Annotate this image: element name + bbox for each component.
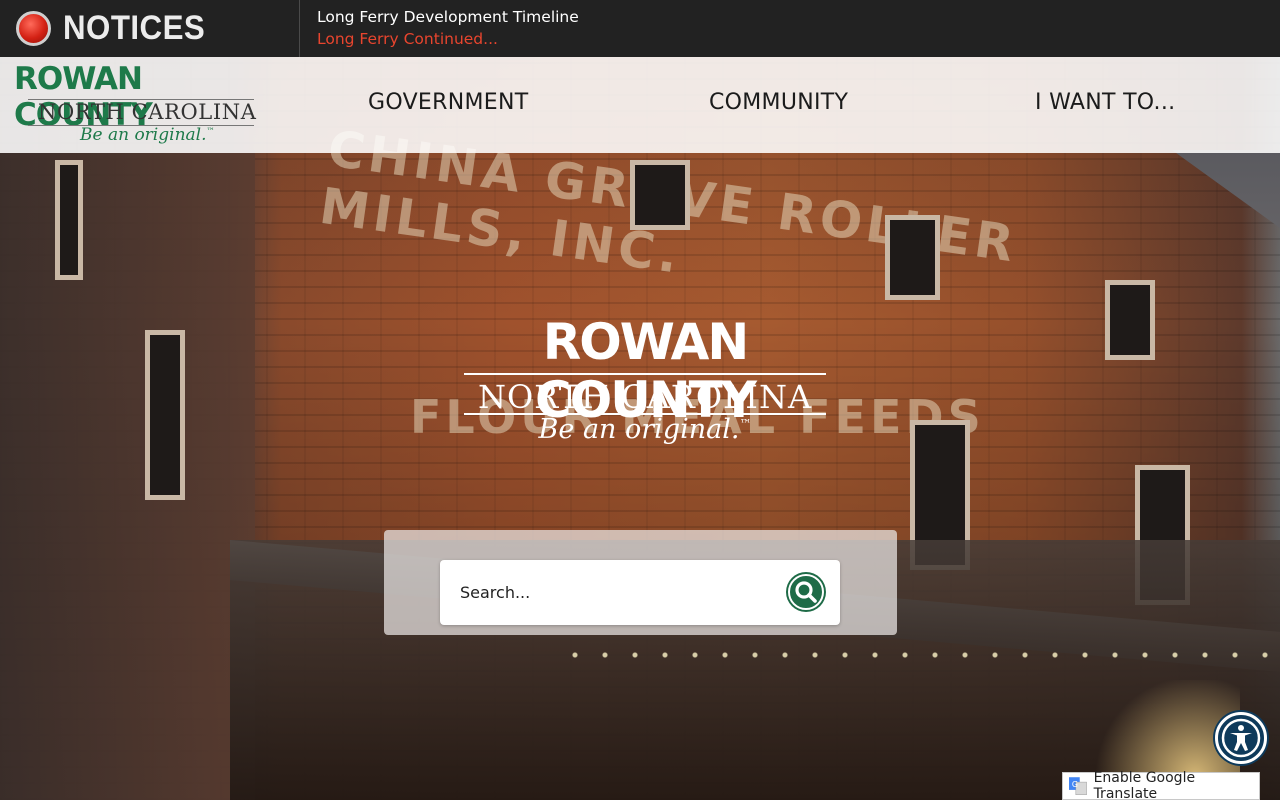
main-nav: GOVERNMENT COMMUNITY I WANT TO...: [0, 57, 1280, 153]
search-box: [440, 560, 840, 625]
building-window: [55, 160, 83, 280]
search-icon: [788, 574, 824, 610]
notices-bar: NOTICES Long Ferry Development Timeline …: [0, 0, 1280, 57]
building-window: [885, 215, 940, 300]
hero-logo-tagline: Be an original.™: [538, 414, 752, 445]
left-building-wall: [0, 150, 255, 800]
search-panel: [384, 530, 897, 635]
notices-list: Long Ferry Development Timeline Long Fer…: [300, 0, 579, 57]
building-window: [145, 330, 185, 500]
notice-link[interactable]: Long Ferry Development Timeline: [317, 6, 579, 28]
google-translate-icon: G: [1069, 777, 1087, 795]
building-window: [630, 160, 690, 230]
google-translate-button[interactable]: G Enable Google Translate: [1062, 770, 1260, 800]
hero-logo-subtitle: NORTH CAROLINA: [477, 378, 813, 416]
notice-link[interactable]: Long Ferry Continued...: [317, 28, 579, 50]
alert-dot-icon: [16, 11, 51, 46]
building-window: [1105, 280, 1155, 360]
nav-community[interactable]: COMMUNITY: [709, 90, 848, 115]
nav-i-want-to[interactable]: I WANT TO...: [1035, 90, 1175, 115]
accessibility-button[interactable]: [1215, 712, 1267, 764]
translate-label: Enable Google Translate: [1093, 770, 1196, 800]
notices-label: NOTICES: [63, 9, 206, 47]
site-header: ROWAN COUNTY NORTH CAROLINA Be an origin…: [0, 57, 1280, 153]
string-lights: [560, 640, 1280, 680]
hero-logo-divider: [464, 373, 826, 375]
svg-text:G: G: [1072, 780, 1078, 789]
notices-button[interactable]: NOTICES: [0, 0, 300, 57]
search-button[interactable]: [786, 572, 826, 612]
hero-logo: ROWAN COUNTY NORTH CAROLINA Be an origin…: [440, 313, 850, 453]
accessibility-icon: [1221, 718, 1261, 758]
nav-government[interactable]: GOVERNMENT: [368, 90, 528, 115]
search-input[interactable]: [460, 560, 780, 625]
